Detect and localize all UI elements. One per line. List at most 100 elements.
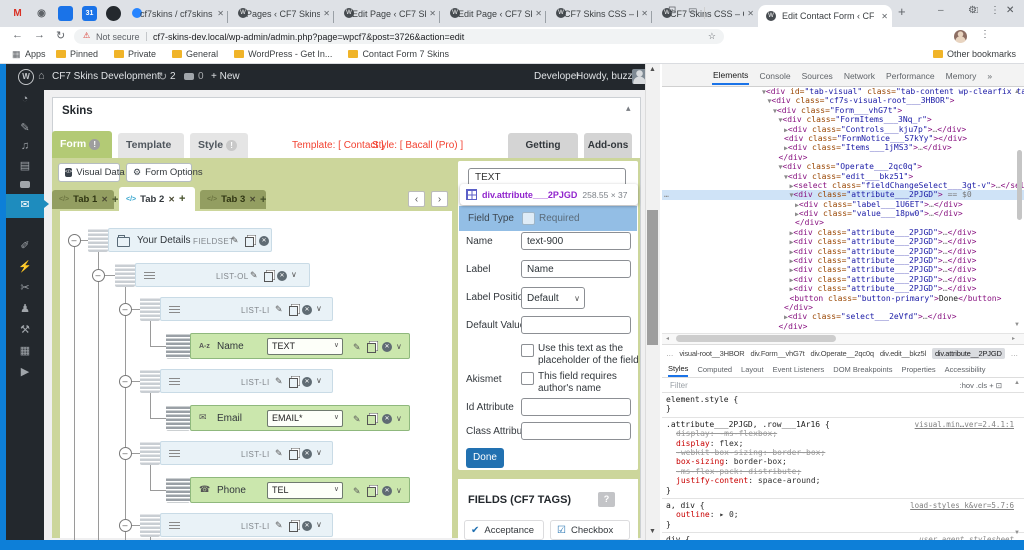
sidebar-item-contact[interactable]: ✉ — [6, 198, 44, 211]
breadcrumb-item[interactable]: div.Form__vhG7t — [751, 349, 805, 358]
edit-icon[interactable]: ✎ — [275, 448, 283, 459]
field-row-phone[interactable]: ☎PhoneTEL∨✎✕∨ — [190, 477, 410, 503]
delete-icon[interactable]: ✕ — [382, 342, 392, 352]
copy-icon[interactable] — [289, 306, 298, 316]
tab-add-ons[interactable]: Add-ons — [584, 133, 632, 158]
bookmark-folder[interactable]: Private — [114, 49, 156, 59]
drag-handle[interactable] — [115, 263, 135, 287]
delete-icon[interactable]: ✕ — [302, 449, 312, 459]
sidebar-item-appearance[interactable]: ✐ — [6, 239, 44, 252]
chevron-down-icon[interactable]: ∨ — [316, 376, 322, 385]
bookmark-apps[interactable]: Apps — [25, 49, 46, 59]
chevron-down-icon[interactable]: ∨ — [396, 342, 402, 351]
element-line[interactable]: ▶<div class="label___1U6ET">…</div> — [662, 200, 1024, 209]
browser-tab[interactable]: WCF7 Skins CSS – Folders✕ — [548, 8, 652, 24]
element-line[interactable]: ▶<select class="fieldChangeSelect___3gt-… — [662, 181, 1024, 190]
device-toolbar-icon[interactable]: ▭ — [688, 5, 697, 16]
browser-tab[interactable]: WPages ‹ CF7 Skins Team✕ — [230, 8, 334, 24]
element-line[interactable]: ▼<div id="tab-visual" class="tab-content… — [662, 87, 1024, 96]
form-tab-2[interactable]: </>Tab 2✕+ — [119, 187, 195, 211]
chevron-down-icon[interactable]: ∨ — [316, 448, 322, 457]
sidebar-item-collapse-menu[interactable]: ▶ — [6, 365, 44, 378]
developer-menu[interactable]: Developer — [534, 71, 580, 82]
other-bookmarks[interactable]: Other bookmarks — [933, 49, 1016, 59]
pinned-tab-calendar[interactable]: 31 — [82, 6, 97, 21]
sidebar-item-pages[interactable]: ▤ — [6, 159, 44, 172]
element-line[interactable]: ▶<div class="attribute___2PJGD">…</div> — [662, 256, 1024, 265]
element-line[interactable]: <div class="FormNotice___S7kYy"></div> — [662, 134, 1024, 143]
comments-count[interactable]: 0 — [198, 71, 204, 82]
breadcrumb-item[interactable]: … — [1011, 349, 1018, 358]
copy-icon[interactable] — [289, 450, 298, 460]
breadcrumb-item[interactable]: visual-root__3HBOR — [679, 349, 744, 358]
visual-data-button[interactable]: </>Visual Data — [58, 163, 120, 182]
tab-close-icon[interactable]: ✕ — [249, 195, 256, 204]
new-tab-button[interactable]: + — [898, 4, 906, 19]
browser-tab[interactable]: cf7skins / cf7skins / sing✕ — [124, 8, 228, 24]
collapse-node[interactable]: – — [119, 447, 132, 460]
list-row[interactable]: LIST-OL✎✕∨ — [135, 263, 310, 287]
list-row[interactable]: LIST-LI✎✕∨ — [160, 441, 333, 465]
field-type-select[interactable]: EMAIL*∨ — [267, 410, 343, 427]
delete-icon[interactable]: ✕ — [302, 305, 312, 315]
element-line[interactable]: ▶<div class="Items___1jMS3">…</div> — [662, 143, 1024, 152]
delete-icon[interactable]: ✕ — [277, 271, 287, 281]
chevron-down-icon[interactable]: ∨ — [316, 520, 322, 529]
tab-form[interactable]: Form!? — [52, 131, 112, 158]
hscroll-left-icon[interactable]: ◂ — [666, 335, 669, 342]
default-value-input[interactable] — [521, 316, 631, 334]
css-property[interactable]: display: -ms-flexbox; — [676, 429, 1020, 438]
css-property[interactable]: -webkit-box-sizing: border-box; — [676, 448, 1020, 457]
tab-add-icon[interactable]: + — [179, 193, 185, 205]
stylesheet-link[interactable]: load-styles_k&ver=5.7:6 — [910, 501, 1014, 510]
tab-getting-started[interactable]: Getting Started — [508, 133, 578, 158]
tab-add-icon[interactable]: + — [112, 194, 118, 206]
element-line[interactable]: </div> — [662, 218, 1024, 227]
devtools-tab-network[interactable]: Network — [843, 68, 876, 84]
css-rule[interactable]: element.style {} — [662, 393, 1024, 418]
browser-tab[interactable]: WEdit Page ‹ CF7 Skins Te✕ — [442, 8, 546, 24]
styles-tab-layout[interactable]: Layout — [741, 365, 764, 374]
delete-icon[interactable]: ✕ — [259, 236, 269, 246]
breadcrumb-item[interactable]: … — [666, 349, 673, 358]
browser-menu-icon[interactable]: ⋮ — [980, 29, 990, 40]
comments-icon[interactable] — [184, 73, 194, 80]
css-property[interactable]: outline: ▸ 0; — [676, 510, 1020, 519]
drag-handle[interactable] — [140, 441, 160, 465]
styles-rules[interactable]: element.style {}visual.min…ver=2.4.1:1.a… — [662, 393, 1024, 540]
updates-count[interactable]: 2 — [170, 71, 176, 82]
browser-tab[interactable]: WEdit Page ‹ CF7 Skins Te✕ — [336, 8, 440, 24]
collapse-node[interactable]: – — [119, 375, 132, 388]
breadcrumb-item[interactable]: div.Operate__2qc0q — [810, 349, 873, 358]
forward-button[interactable]: → — [34, 29, 45, 41]
pinned-tab-gmail[interactable]: M — [10, 6, 25, 21]
tab-style[interactable]: Style!? — [190, 133, 248, 158]
cf7-tag-acceptance[interactable]: ✔Acceptance — [464, 520, 544, 540]
pinned-tab-github[interactable] — [106, 6, 121, 21]
page-scrollbar-thumb[interactable] — [647, 210, 658, 345]
element-line[interactable]: ▶<div class="Controls___kju7p">…</div> — [662, 125, 1024, 134]
collapse-node[interactable]: – — [92, 269, 105, 282]
cf7-tag-checkbox[interactable]: ☑Checkbox — [550, 520, 630, 540]
id-attribute-input[interactable] — [521, 398, 631, 416]
back-button[interactable]: ← — [12, 29, 23, 41]
tab-close-icon[interactable]: ✕ — [747, 9, 754, 18]
styles-tab-event-listeners[interactable]: Event Listeners — [773, 365, 825, 374]
form-options-button[interactable]: ⚙Form Options — [126, 163, 192, 182]
tab-close-icon[interactable]: ✕ — [881, 12, 888, 21]
address-input[interactable]: ⚠ Not secure cf7-skins-dev.local/wp-admi… — [74, 29, 724, 44]
styles-filter-input[interactable]: Filter — [670, 381, 688, 390]
required-checkbox[interactable] — [522, 212, 535, 225]
form-tab-1[interactable]: </>Tab 1✕+ — [52, 190, 114, 209]
tree-scroll-up-icon[interactable]: ▲ — [1014, 89, 1020, 95]
home-icon[interactable]: ⌂ — [38, 70, 45, 82]
panel-toggle-icon[interactable]: ▴ — [626, 103, 631, 114]
edit-icon[interactable]: ✎ — [275, 304, 283, 315]
wordpress-logo-icon[interactable]: W — [18, 69, 34, 85]
sidebar-item-settings[interactable]: ▦ — [6, 344, 44, 357]
pinned-tab-chrome-app[interactable]: ◉ — [34, 6, 49, 21]
css-property[interactable]: box-sizing: border-box; — [676, 457, 1020, 466]
edit-icon[interactable]: ✎ — [353, 342, 361, 353]
element-line[interactable]: ▶<div class="attribute___2PJGD">…</div> — [662, 275, 1024, 284]
drag-handle[interactable] — [166, 477, 190, 503]
